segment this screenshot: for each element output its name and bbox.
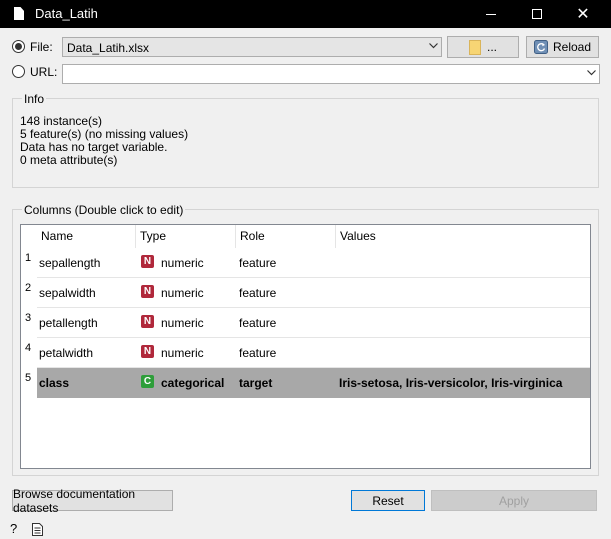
row-number: 2 — [21, 278, 37, 308]
maximize-icon — [532, 9, 542, 19]
header-values[interactable]: Values — [336, 225, 590, 248]
row-number: 4 — [21, 338, 37, 368]
url-label: URL: — [30, 65, 58, 79]
file-combo[interactable]: Data_Latih.xlsx — [62, 37, 442, 57]
cell-name: class — [39, 376, 70, 390]
apply-button: Apply — [431, 490, 597, 511]
title-bar: Data_Latih ✕ — [0, 0, 611, 28]
url-radio[interactable] — [12, 65, 25, 78]
numeric-type-icon: N — [141, 345, 154, 358]
cell-type: numeric — [161, 256, 204, 270]
window-title: Data_Latih — [35, 6, 98, 21]
reload-label: Reload — [552, 40, 592, 54]
minimize-icon — [486, 13, 496, 15]
chevron-down-icon — [429, 43, 438, 51]
info-meta: 0 meta attribute(s) — [20, 153, 118, 167]
header-name[interactable]: Name — [37, 225, 136, 248]
cell-type: numeric — [161, 346, 204, 360]
columns-table[interactable]: Name Type Role Values 1 sepallength N nu… — [20, 224, 591, 469]
maximize-button[interactable] — [514, 0, 560, 28]
cell-name: sepallength — [39, 256, 101, 270]
browse-documentation-button[interactable]: Browse documentation datasets — [12, 487, 173, 515]
numeric-type-icon: N — [141, 315, 154, 328]
browse-file-label: ... — [486, 40, 497, 54]
minimize-button[interactable] — [468, 0, 514, 28]
reload-icon — [533, 40, 548, 54]
chevron-down-icon — [587, 70, 596, 78]
cell-role: feature — [239, 316, 277, 330]
folder-icon — [468, 39, 481, 55]
cell-type: categorical — [161, 376, 225, 390]
row-number: 1 — [21, 248, 37, 278]
info-target: Data has no target variable. — [20, 140, 168, 154]
columns-title: Columns (Double click to edit) — [22, 203, 186, 217]
apply-label: Apply — [498, 493, 530, 508]
report-icon[interactable] — [32, 523, 43, 536]
table-row[interactable]: 4 petalwidth N numeric feature — [21, 338, 590, 368]
help-icon[interactable]: ? — [10, 521, 17, 536]
reset-button[interactable]: Reset — [351, 490, 425, 511]
cell-values: Iris-setosa, Iris-versicolor, Iris-virgi… — [339, 376, 563, 390]
numeric-type-icon: N — [141, 285, 154, 298]
reload-button[interactable]: Reload — [526, 36, 599, 58]
cell-name: petallength — [39, 316, 98, 330]
table-row[interactable]: 3 petallength N numeric feature — [21, 308, 590, 338]
row-number: 3 — [21, 308, 37, 338]
close-icon: ✕ — [576, 4, 590, 23]
cell-role: feature — [239, 256, 277, 270]
cell-role: feature — [239, 286, 277, 300]
info-title: Info — [22, 92, 47, 106]
categorical-type-icon: C — [141, 375, 154, 388]
close-button[interactable]: ✕ — [560, 0, 606, 28]
cell-name: sepalwidth — [39, 286, 96, 300]
file-radio[interactable] — [12, 40, 25, 53]
browse-file-button[interactable]: ... — [447, 36, 519, 58]
file-combo-value: Data_Latih.xlsx — [67, 41, 150, 55]
table-header: Name Type Role Values — [21, 225, 590, 248]
cell-name: petalwidth — [39, 346, 94, 360]
browse-documentation-label: Browse documentation datasets — [13, 486, 136, 515]
row-number: 5 — [21, 368, 37, 398]
cell-type: numeric — [161, 286, 204, 300]
reset-label: Reset — [372, 493, 404, 508]
file-label: File: — [30, 40, 53, 54]
info-instances: 148 instance(s) — [20, 114, 103, 128]
numeric-type-icon: N — [141, 255, 154, 268]
header-role[interactable]: Role — [236, 225, 336, 248]
header-type[interactable]: Type — [136, 225, 236, 248]
cell-role: target — [239, 376, 273, 390]
table-row[interactable]: 2 sepalwidth N numeric feature — [21, 278, 590, 308]
table-row[interactable]: 1 sepallength N numeric feature — [21, 248, 590, 278]
document-icon — [14, 7, 24, 20]
cell-role: feature — [239, 346, 277, 360]
info-features: 5 feature(s) (no missing values) — [20, 127, 189, 141]
table-row-selected[interactable]: 5 class C categorical target Iris-setosa… — [21, 368, 590, 398]
cell-type: numeric — [161, 316, 204, 330]
url-input[interactable] — [62, 64, 600, 84]
